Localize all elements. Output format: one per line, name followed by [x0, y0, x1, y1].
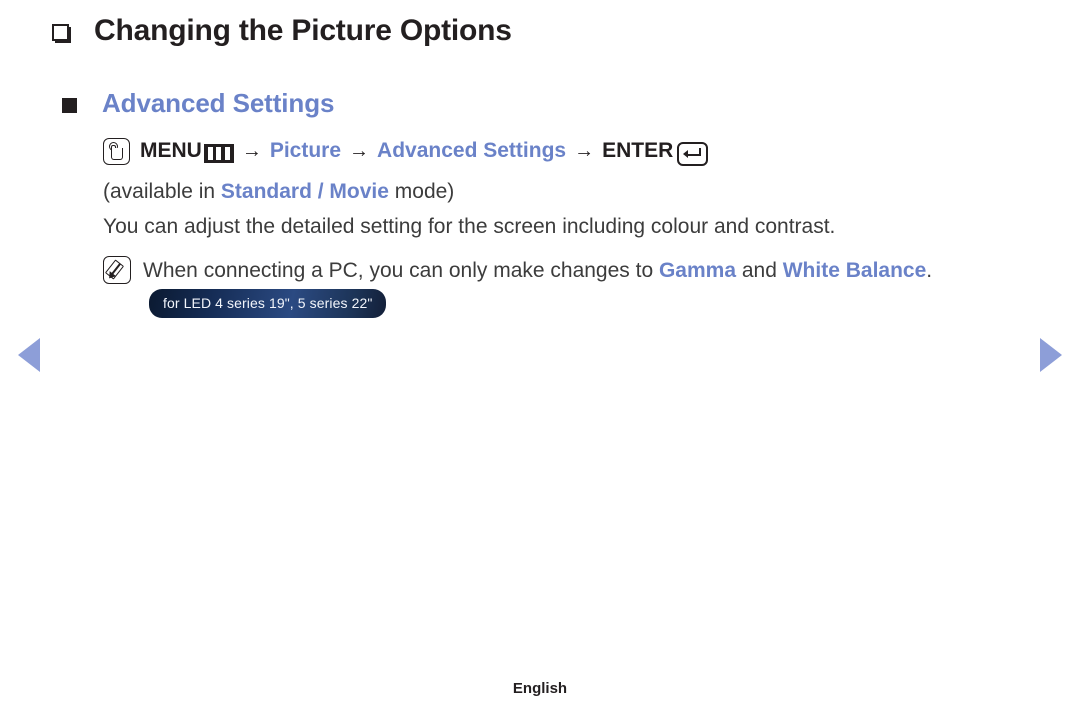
path-arrow-3: →	[574, 139, 595, 162]
previous-page-arrow[interactable]	[18, 338, 40, 372]
path-arrow-2: →	[349, 139, 370, 162]
availability-prefix: (available in	[103, 180, 221, 203]
menu-bars-icon	[203, 143, 234, 163]
press-button-icon	[103, 137, 130, 165]
content-body: MENU → Picture → Advanced Settings → ENT…	[103, 134, 1033, 322]
note-text: When connecting a PC, you can only make …	[143, 254, 1033, 322]
advanced-settings-menu-label: Advanced Settings	[377, 139, 567, 162]
note-pencil-icon	[103, 256, 131, 284]
section-heading: Advanced Settings	[102, 88, 335, 118]
hollow-square-bullet-icon	[52, 23, 71, 43]
note-row: When connecting a PC, you can only make …	[103, 254, 1033, 322]
availability-modes: Standard / Movie	[220, 180, 389, 203]
availability-line: (available in Standard / Movie mode)	[103, 180, 1033, 204]
filled-square-bullet-icon	[62, 98, 77, 113]
picture-menu-label: Picture	[269, 139, 342, 162]
footer-language: English	[512, 680, 568, 697]
next-page-arrow[interactable]	[1040, 338, 1062, 372]
note-highlight-white-balance: White Balance	[782, 259, 927, 282]
note-part-3: .	[926, 259, 933, 282]
enter-key-icon	[677, 142, 709, 166]
description-text: You can adjust the detailed setting for …	[103, 215, 836, 238]
section-heading-row: Advanced Settings	[62, 88, 334, 119]
note-part-2: and	[736, 259, 783, 282]
model-applicability-badge: for LED 4 series 19", 5 series 22"	[149, 288, 387, 319]
menu-path: MENU → Picture → Advanced Settings → ENT…	[103, 134, 1033, 168]
page-root: Changing the Picture Options Advanced Se…	[0, 0, 1080, 705]
note-highlight-gamma: Gamma	[658, 259, 737, 282]
availability-suffix: mode)	[388, 180, 455, 203]
note-part-1: When connecting a PC, you can only make …	[143, 259, 659, 282]
path-arrow-1: →	[241, 139, 262, 162]
page-title-row: Changing the Picture Options	[52, 14, 512, 48]
enter-label: ENTER	[602, 139, 674, 162]
page-title: Changing the Picture Options	[94, 14, 512, 47]
menu-label: MENU	[140, 139, 202, 162]
